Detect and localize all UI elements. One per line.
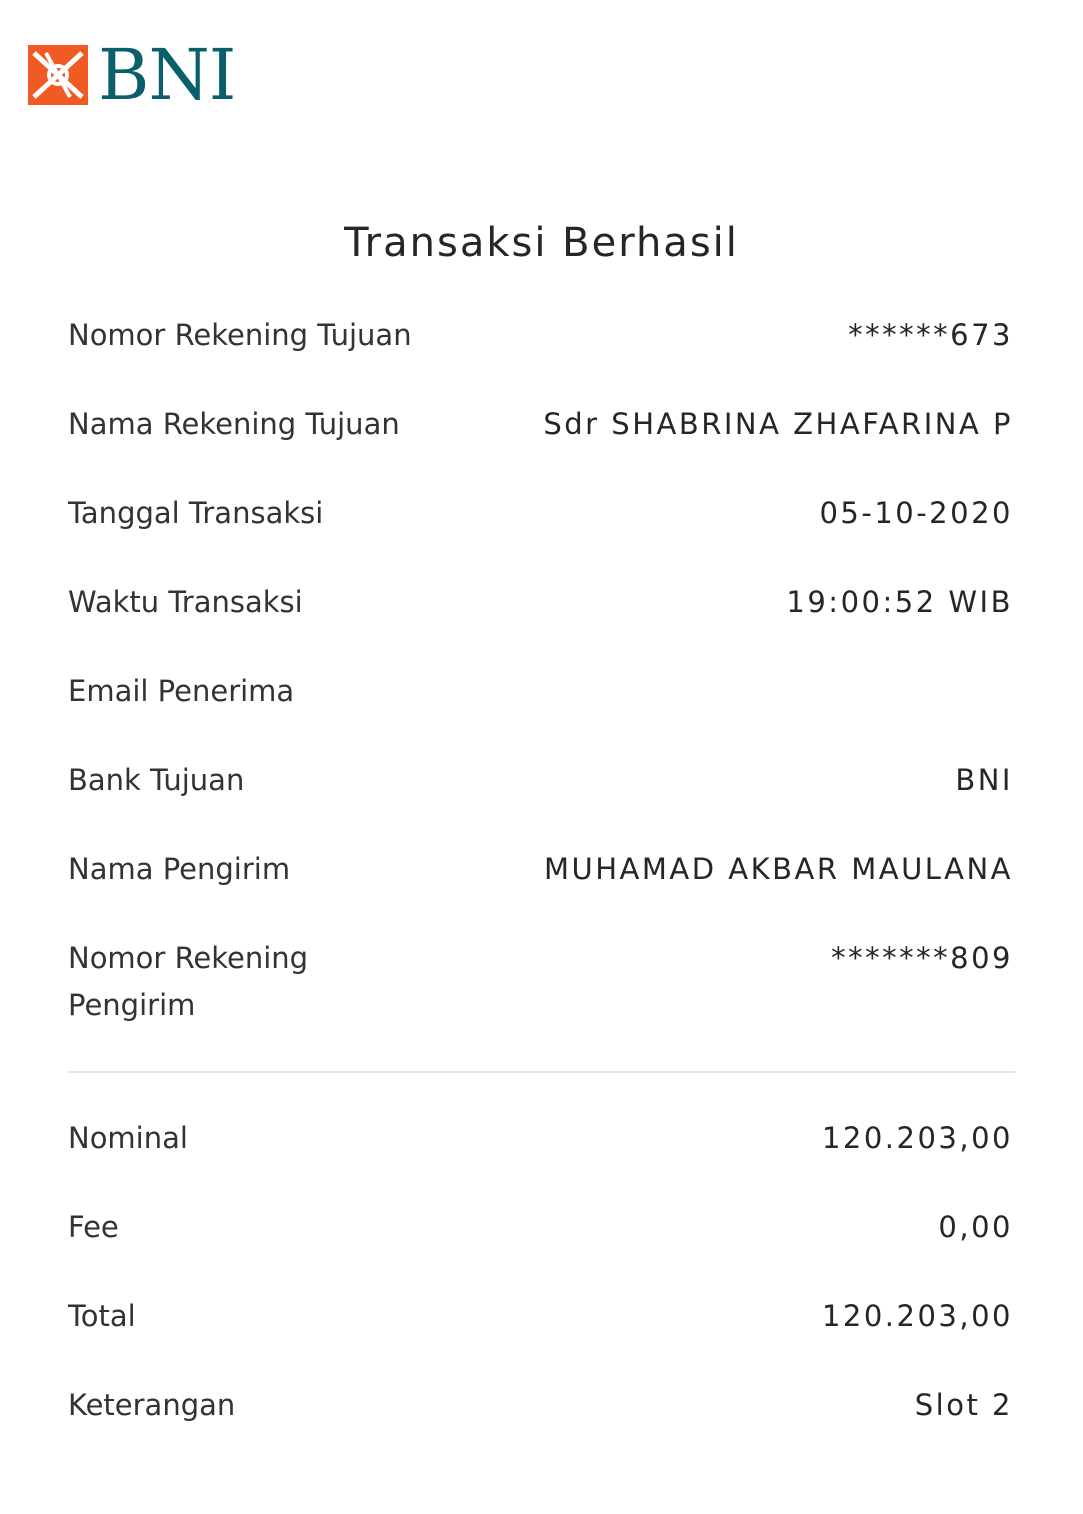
detail-label: Nama Pengirim [68, 852, 291, 886]
section-divider [68, 1071, 1015, 1073]
detail-value: 05-10-2020 [819, 496, 1013, 530]
detail-row-nama-rekening-tujuan: Nama Rekening Tujuan Sdr SHABRINA ZHAFAR… [68, 401, 1013, 448]
amount-value: 120.203,00 [821, 1299, 1013, 1333]
amount-value: Slot 2 [914, 1388, 1013, 1422]
amount-label: Nominal [68, 1121, 188, 1155]
amount-label: Total [68, 1299, 136, 1333]
detail-row-bank-tujuan: Bank Tujuan BNI [68, 757, 1013, 804]
amount-label: Keterangan [68, 1388, 236, 1422]
detail-row-email-penerima: Email Penerima [68, 668, 1013, 715]
detail-value: MUHAMAD AKBAR MAULANA [543, 852, 1013, 886]
detail-label: Waktu Transaksi [68, 585, 303, 619]
amount-row-nominal: Nominal 120.203,00 [68, 1115, 1013, 1162]
amount-row-fee: Fee 0,00 [68, 1204, 1013, 1251]
amount-value: 0,00 [938, 1210, 1013, 1244]
detail-value: ******673 [848, 318, 1013, 352]
detail-row-tanggal-transaksi: Tanggal Transaksi 05-10-2020 [68, 490, 1013, 537]
detail-value: *******809 [831, 941, 1013, 975]
detail-label: Bank Tujuan [68, 763, 245, 797]
bni-logo-mark-icon [28, 45, 88, 105]
detail-row-waktu-transaksi: Waktu Transaksi 19:00:52 WIB [68, 579, 1013, 626]
detail-label: Nomor Rekening Pengirim [68, 941, 309, 1022]
bni-logo: BNI [28, 34, 236, 116]
amount-row-keterangan: Keterangan Slot 2 [68, 1382, 1013, 1429]
detail-value: BNI [955, 763, 1013, 797]
amount-label: Fee [68, 1210, 119, 1244]
detail-label: Nomor Rekening Tujuan [68, 318, 412, 352]
detail-row-nama-pengirim: Nama Pengirim MUHAMAD AKBAR MAULANA [68, 846, 1013, 893]
page-title: Transaksi Berhasil [344, 220, 739, 266]
detail-row-nomor-rekening-pengirim: Nomor Rekening Pengirim *******809 [68, 935, 1013, 1029]
detail-row-nomor-rekening-tujuan: Nomor Rekening Tujuan ******673 [68, 312, 1013, 359]
detail-value: Sdr SHABRINA ZHAFARINA P [543, 407, 1013, 441]
detail-label: Tanggal Transaksi [68, 496, 324, 530]
amount-value: 120.203,00 [821, 1121, 1013, 1155]
amount-row-total: Total 120.203,00 [68, 1293, 1013, 1340]
detail-label: Email Penerima [68, 674, 295, 708]
detail-label: Nama Rekening Tujuan [68, 407, 400, 441]
bni-logo-text: BNI [98, 34, 236, 116]
detail-value: 19:00:52 WIB [786, 585, 1013, 619]
